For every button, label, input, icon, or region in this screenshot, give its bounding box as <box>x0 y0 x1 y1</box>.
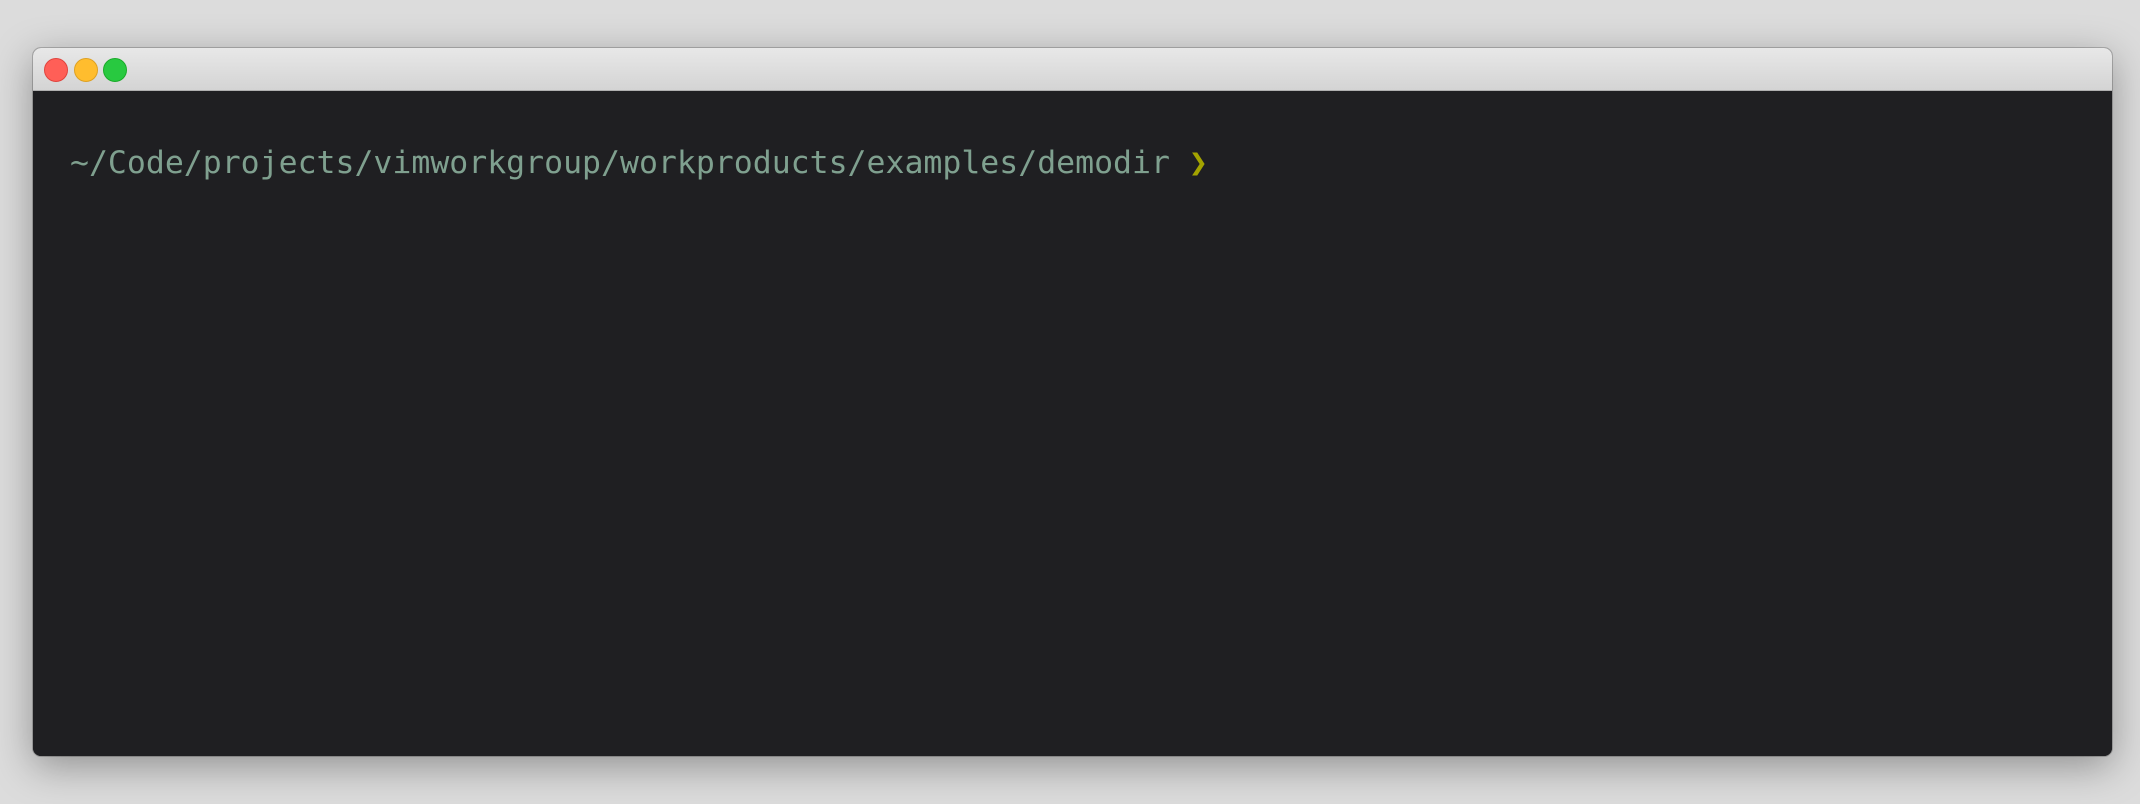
maximize-button[interactable] <box>103 58 127 82</box>
close-button[interactable] <box>44 58 68 82</box>
prompt-path: ~/Code/projects/vimworkgroup/workproduct… <box>70 145 1170 181</box>
minimize-button[interactable] <box>74 58 98 82</box>
title-bar[interactable] <box>33 48 2112 91</box>
prompt-line: ~/Code/projects/vimworkgroup/workproduct… <box>70 143 1208 183</box>
terminal-content[interactable]: ~/Code/projects/vimworkgroup/workproduct… <box>33 91 2112 756</box>
prompt-chevron-icon: ❯ <box>1188 145 1208 181</box>
terminal-window: ~/Code/projects/vimworkgroup/workproduct… <box>33 48 2112 756</box>
